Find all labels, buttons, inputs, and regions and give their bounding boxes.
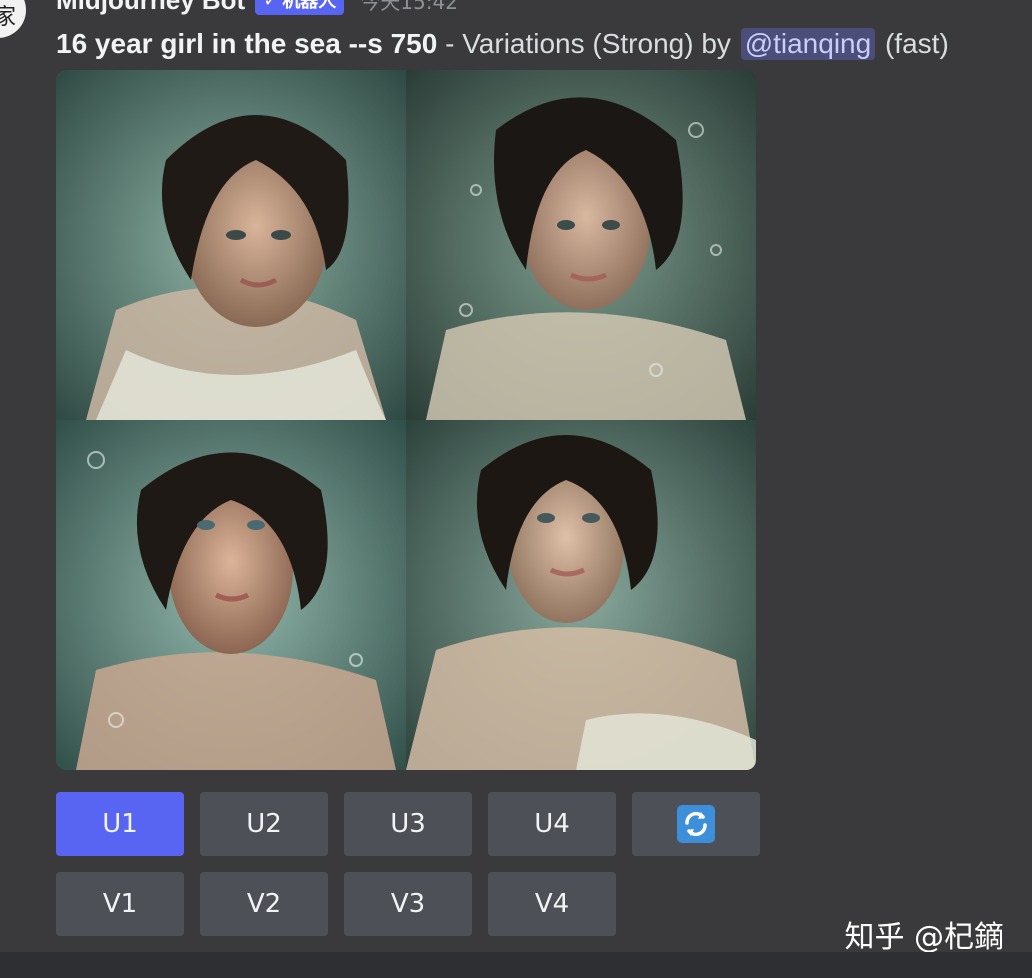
speed-label: (fast) xyxy=(877,28,949,59)
upscale-button-row: U1 U2 U3 U4 xyxy=(56,792,760,856)
grid-image-1-art xyxy=(56,70,406,420)
refresh-icon xyxy=(677,805,715,843)
variation-button-row: V1 V2 V3 V4 xyxy=(56,872,616,936)
variation-button-v3[interactable]: V3 xyxy=(344,872,472,936)
bottom-bar xyxy=(0,952,1032,978)
watermark: 知乎 @杞鏑 xyxy=(844,920,1004,955)
grid-image-2[interactable] xyxy=(406,70,756,420)
user-mention[interactable]: @tianqing xyxy=(740,28,876,60)
upscale-button-u2[interactable]: U2 xyxy=(200,792,328,856)
timestamp: 今天15:42 xyxy=(360,0,458,14)
upscale-button-u3[interactable]: U3 xyxy=(344,792,472,856)
reroll-button[interactable] xyxy=(632,792,760,856)
grid-image-3[interactable] xyxy=(56,420,406,770)
variation-button-v1[interactable]: V1 xyxy=(56,872,184,936)
image-grid[interactable] xyxy=(56,70,756,770)
check-icon: ✓ xyxy=(263,0,279,11)
grid-image-4[interactable] xyxy=(406,420,756,770)
message-header: Midjourney Bot ✓ 机器人 今天15:42 xyxy=(56,0,458,16)
upscale-button-u4[interactable]: U4 xyxy=(488,792,616,856)
grid-image-2-art xyxy=(406,70,756,420)
variation-label: - Variations (Strong) by xyxy=(437,28,739,59)
bot-badge-label: 机器人 xyxy=(282,0,337,12)
bot-badge: ✓ 机器人 xyxy=(255,0,345,15)
author-name[interactable]: Midjourney Bot xyxy=(56,0,245,16)
grid-image-3-art xyxy=(56,420,406,770)
upscale-button-u1[interactable]: U1 xyxy=(56,792,184,856)
avatar[interactable]: 家 xyxy=(0,0,26,38)
variation-button-v4[interactable]: V4 xyxy=(488,872,616,936)
grid-image-1[interactable] xyxy=(56,70,406,420)
prompt-text: 16 year girl in the sea --s 750 xyxy=(56,28,438,59)
message-content: 16 year girl in the sea --s 750 - Variat… xyxy=(56,26,949,62)
variation-button-v2[interactable]: V2 xyxy=(200,872,328,936)
grid-image-4-art xyxy=(406,420,756,770)
